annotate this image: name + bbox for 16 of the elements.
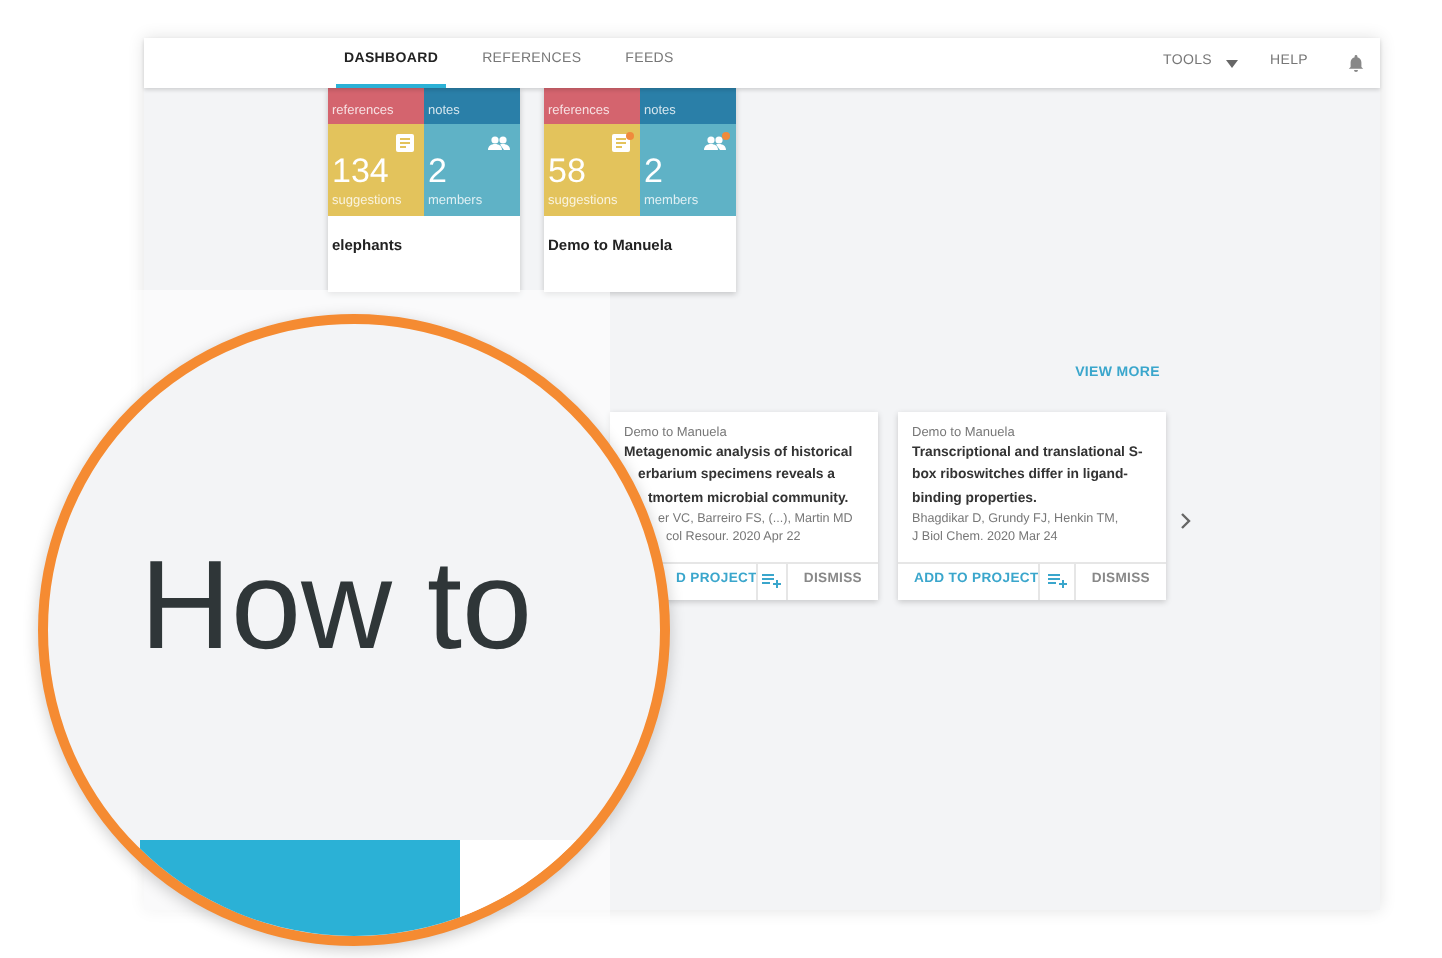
add-to-list-button[interactable]	[1038, 563, 1076, 599]
article-icon	[396, 134, 414, 152]
add-to-list-button[interactable]	[756, 563, 788, 599]
stat-count: 2	[428, 154, 449, 188]
stat-count: 134	[332, 154, 391, 188]
people-icon	[488, 136, 510, 150]
playlist-add-icon	[762, 574, 783, 588]
magnified-heading: How to	[140, 544, 533, 670]
stat-count: 2	[644, 154, 665, 188]
people-icon	[704, 136, 726, 150]
chevron-right-icon[interactable]	[1180, 512, 1192, 530]
stat-count: 58	[548, 154, 588, 188]
caret-icon	[1226, 59, 1238, 67]
playlist-add-icon	[1047, 574, 1068, 588]
bell-icon[interactable]	[1348, 54, 1364, 72]
article-icon	[612, 134, 630, 152]
